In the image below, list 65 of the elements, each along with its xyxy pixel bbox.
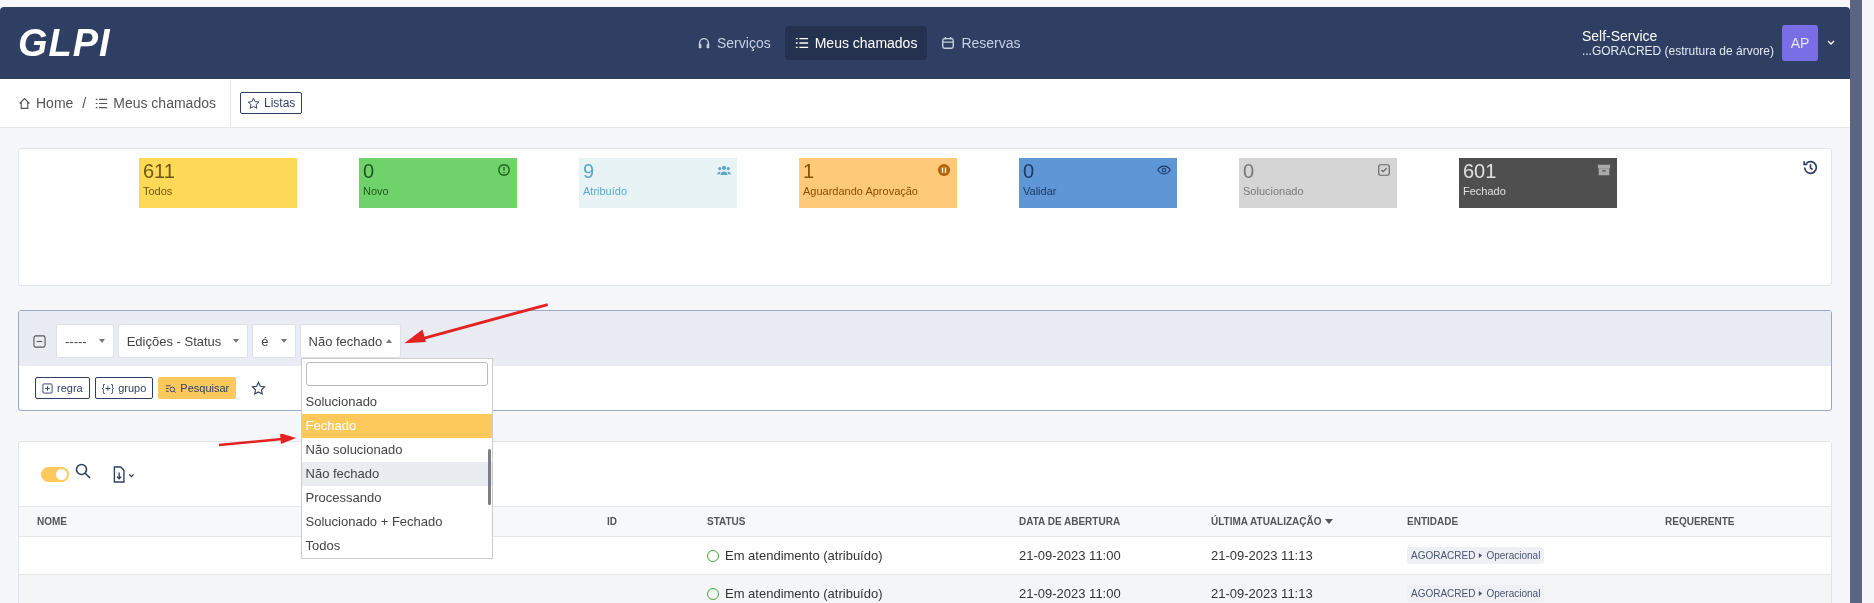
headset-icon: [697, 36, 711, 50]
dropdown-option[interactable]: Não solucionado: [301, 438, 492, 462]
eye-icon: [1157, 163, 1171, 177]
column-header[interactable]: ID: [607, 516, 617, 527]
nav-tab[interactable]: Meus chamados: [784, 26, 928, 60]
add-group-button[interactable]: {+} grupo: [94, 377, 154, 399]
search-icon[interactable]: [75, 463, 91, 479]
dropdown-option[interactable]: Solucionado: [301, 390, 492, 414]
star-icon[interactable]: [251, 380, 267, 396]
dropdown-option[interactable]: Solucionado + Fechado: [301, 510, 492, 534]
logo[interactable]: GLPI: [18, 21, 114, 65]
users-icon: [717, 163, 731, 177]
toggle-switch[interactable]: [41, 466, 69, 482]
column-header[interactable]: ENTIDADE: [1407, 516, 1459, 527]
breadcrumb-link[interactable]: Home: [18, 95, 74, 111]
plus-square-icon: [42, 382, 53, 394]
table-cell: 21-09-2023 11:13: [1211, 586, 1313, 601]
checkbox-icon: [1377, 163, 1391, 177]
criteria-select[interactable]: Edições - Status: [117, 324, 249, 358]
nav-tab[interactable]: Reservas: [931, 26, 1031, 60]
status-tile[interactable]: 0 Validar: [1019, 158, 1177, 208]
column-header[interactable]: NOME: [37, 516, 67, 527]
status-text: Em atendimento (atribuído): [725, 586, 883, 601]
dropdown-option[interactable]: Todos: [301, 534, 492, 558]
dropdown-option[interactable]: Não fechado: [301, 462, 492, 486]
caret-right-icon: [1478, 552, 1484, 559]
search-button[interactable]: Pesquisar: [158, 377, 237, 399]
column-header[interactable]: REQUERENTE: [1665, 516, 1735, 527]
alert-icon: [497, 163, 511, 177]
list-icon: [794, 36, 809, 50]
profile-name[interactable]: Self-Service: [1581, 28, 1774, 44]
history-icon[interactable]: [1802, 159, 1819, 176]
breadcrumb-separator: /: [82, 95, 87, 111]
caret-right-icon: [1478, 590, 1484, 597]
column-header[interactable]: DATA DE ABERTURA: [1019, 516, 1121, 527]
list-icon: [95, 96, 109, 110]
home-icon: [18, 96, 31, 110]
entity-name[interactable]: ...GORACRED (estrutura de árvore): [1581, 44, 1774, 58]
column-header[interactable]: ÚLTIMA ATUALIZAÇÃO: [1211, 516, 1333, 527]
lists-button[interactable]: Listas: [239, 92, 303, 114]
archive-icon: [1597, 163, 1611, 177]
pause-icon: [937, 163, 951, 177]
entity-badge: AGORACRED Operacional: [1407, 547, 1545, 564]
search-field[interactable]: [305, 362, 488, 386]
table-cell: 21-09-2023 11:13: [1211, 548, 1313, 563]
table-cell: 21-09-2023 11:00: [1019, 548, 1121, 563]
criteria-select[interactable]: é: [252, 324, 296, 358]
status-text: Em atendimento (atribuído): [725, 548, 883, 563]
nav-tab[interactable]: Serviços: [687, 26, 781, 60]
table-cell: 21-09-2023 11:00: [1019, 586, 1121, 601]
entity-badge: AGORACRED Operacional: [1407, 585, 1545, 602]
column-header[interactable]: STATUS: [707, 516, 746, 527]
dropdown-option[interactable]: Processando: [301, 486, 492, 510]
star-icon: [246, 96, 260, 110]
braces-plus-icon: {+}: [101, 382, 115, 394]
calendar-icon: [941, 36, 956, 50]
criteria-select[interactable]: -----: [56, 324, 114, 358]
search-list-icon: [165, 382, 177, 394]
breadcrumb-link[interactable]: Meus chamados: [95, 95, 216, 111]
status-tile[interactable]: 1 Aguardando Aprovação: [799, 158, 957, 208]
add-rule-button[interactable]: regra: [35, 377, 90, 399]
status-tile[interactable]: 611 Todos: [139, 158, 297, 208]
collapse-icon[interactable]: [33, 334, 46, 348]
status-tile[interactable]: 0 Novo: [359, 158, 517, 208]
status-tile[interactable]: 601 Fechado: [1459, 158, 1617, 208]
